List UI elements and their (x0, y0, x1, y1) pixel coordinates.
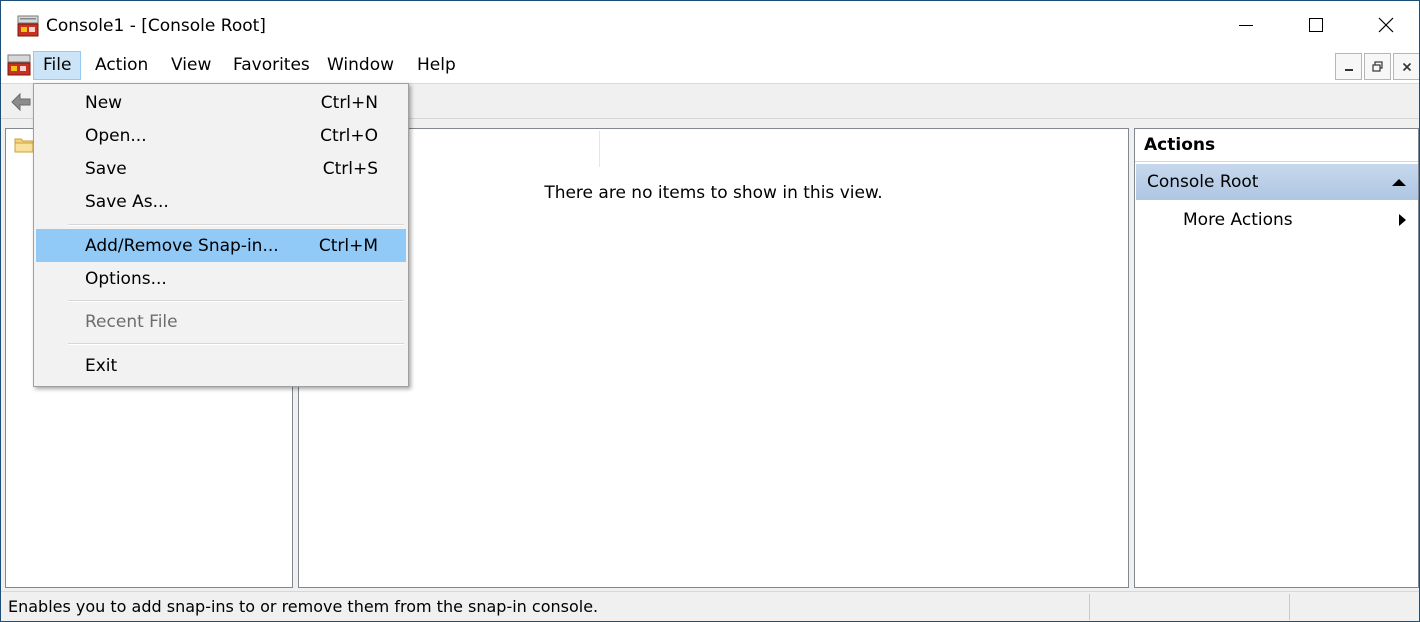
menu-window[interactable]: Window (318, 51, 403, 80)
mmc-window: Console1 - [Console Root] File Action Vi… (0, 0, 1420, 622)
menu-item-shortcut: Ctrl+N (320, 93, 378, 113)
menu-item-save[interactable]: Save Ctrl+S (36, 152, 406, 185)
status-divider (1289, 594, 1290, 620)
menu-item-shortcut: Ctrl+M (318, 236, 378, 256)
file-menu-dropdown: New Ctrl+N Open... Ctrl+O Save Ctrl+S Sa… (33, 83, 409, 387)
maximize-button[interactable] (1281, 1, 1351, 49)
back-arrow-icon[interactable] (10, 92, 32, 112)
mmc-system-menu-icon[interactable] (7, 54, 31, 76)
status-bar: Enables you to add snap-ins to or remove… (1, 591, 1419, 621)
window-title: Console1 - [Console Root] (46, 16, 266, 36)
actions-pane: Actions Console Root More Actions (1134, 128, 1419, 588)
menu-bar: File Action View Favorites Window Help (1, 49, 1419, 84)
menu-item-shortcut: Ctrl+O (320, 126, 378, 146)
title-bar[interactable]: Console1 - [Console Root] (1, 1, 1419, 49)
child-close-button[interactable] (1393, 53, 1419, 80)
mmc-console-icon (17, 15, 39, 37)
menu-item-shortcut: Ctrl+S (322, 159, 378, 179)
menu-help[interactable]: Help (408, 51, 465, 80)
menu-action[interactable]: Action (86, 51, 157, 80)
menu-item-label: Options... (85, 269, 167, 289)
collapse-up-icon[interactable] (1392, 179, 1406, 186)
minimize-icon (1344, 68, 1353, 71)
child-restore-button[interactable] (1364, 53, 1391, 80)
menu-separator (68, 300, 404, 302)
menu-item-label: Add/Remove Snap-in... (85, 236, 279, 256)
result-pane[interactable]: There are no items to show in this view. (298, 128, 1129, 588)
minimize-button[interactable] (1211, 1, 1281, 49)
folder-icon[interactable] (14, 136, 34, 153)
menu-item-label: Open... (85, 126, 147, 146)
menu-separator (68, 224, 404, 226)
menu-item-recent-file: Recent File (36, 305, 406, 338)
menu-item-label: Recent File (85, 312, 178, 332)
menu-item-save-as[interactable]: Save As... (36, 185, 406, 218)
restore-icon (1372, 61, 1383, 72)
child-minimize-button[interactable] (1335, 53, 1362, 80)
menu-file[interactable]: File (33, 51, 82, 80)
menu-item-exit[interactable]: Exit (36, 349, 406, 382)
close-icon (1378, 17, 1394, 33)
actions-header: Actions (1135, 129, 1418, 162)
column-divider[interactable] (599, 131, 600, 167)
more-actions-item[interactable]: More Actions (1135, 202, 1418, 238)
empty-view-message: There are no items to show in this view. (544, 183, 883, 203)
menu-item-options[interactable]: Options... (36, 262, 406, 295)
actions-section-label: Console Root (1147, 172, 1259, 192)
minimize-icon (1239, 25, 1253, 26)
menu-item-label: New (85, 93, 123, 113)
menu-item-new[interactable]: New Ctrl+N (36, 86, 406, 119)
more-actions-label: More Actions (1183, 210, 1293, 230)
status-text: Enables you to add snap-ins to or remove… (8, 597, 599, 616)
close-button[interactable] (1351, 1, 1419, 49)
menu-view[interactable]: View (162, 51, 220, 80)
submenu-arrow-icon (1399, 214, 1406, 226)
menu-item-label: Save (85, 159, 127, 179)
maximize-icon (1309, 18, 1323, 32)
menu-favorites[interactable]: Favorites (224, 51, 319, 80)
close-icon (1402, 62, 1411, 71)
actions-section-console-root[interactable]: Console Root (1136, 164, 1418, 200)
menu-item-label: Save As... (85, 192, 169, 212)
menu-separator (68, 343, 404, 345)
menu-item-add-remove-snap-in[interactable]: Add/Remove Snap-in... Ctrl+M (36, 229, 406, 262)
menu-item-open[interactable]: Open... Ctrl+O (36, 119, 406, 152)
status-divider (1089, 594, 1090, 620)
menu-item-label: Exit (85, 356, 118, 376)
